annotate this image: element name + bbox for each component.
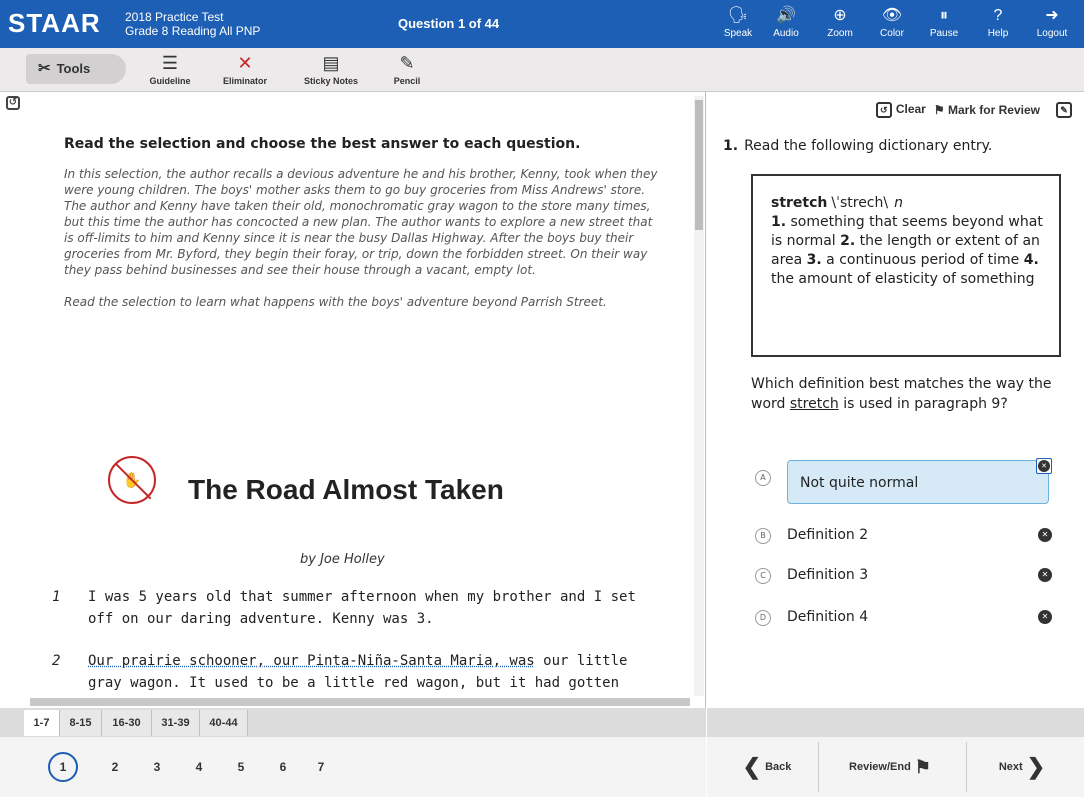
target-word: stretch: [789, 396, 839, 412]
reset-icon[interactable]: ↺: [6, 96, 20, 110]
question-tools: ↺ Clear ⚑ Mark for Review ✎: [875, 100, 1076, 120]
range-tab-40-44[interactable]: 40-44: [200, 710, 248, 736]
range-tab-8-15[interactable]: 8-15: [60, 710, 102, 736]
question-nav-3[interactable]: 3: [142, 752, 172, 782]
pause-button[interactable]: ⏸ Pause: [922, 6, 966, 39]
choice-d-letter: D: [755, 610, 771, 626]
eliminator-tool[interactable]: ✕ Eliminator: [210, 52, 280, 86]
choice-d[interactable]: Definition 4: [787, 609, 868, 625]
question-nav-6[interactable]: 6: [268, 752, 298, 782]
eliminator-icon: ✕: [237, 53, 253, 73]
question-nav-1[interactable]: 1: [48, 752, 78, 782]
back-button[interactable]: ❮ Back: [722, 742, 812, 792]
pencil-icon: ✎: [399, 53, 415, 73]
zoom-icon: ⊕: [833, 7, 847, 24]
passage-note: Read the selection to learn what happens…: [64, 295, 607, 309]
next-button[interactable]: Next ❯: [972, 742, 1072, 792]
audio-disabled-icon: ✋: [108, 456, 156, 504]
guideline-icon: ☰: [161, 53, 179, 73]
test-info: 2018 Practice Test Grade 8 Reading All P…: [125, 10, 260, 38]
question-stem: 1. Read the following dictionary entry.: [723, 138, 993, 154]
sticky-notes-tool[interactable]: ▤ Sticky Notes: [292, 52, 370, 86]
edit-icon: ✎: [1056, 102, 1072, 118]
choice-c-letter: C: [755, 568, 771, 584]
range-tab-1-7[interactable]: 1-7: [24, 710, 60, 736]
question-nav-2[interactable]: 2: [100, 752, 130, 782]
dictionary-headword: stretch: [771, 195, 828, 211]
choice-b-letter: B: [755, 528, 771, 544]
edit-note-button[interactable]: ✎: [1048, 102, 1076, 118]
passage-byline: by Joe Holley: [300, 552, 385, 567]
choice-a-letter: A: [755, 470, 771, 486]
mark-for-review-button[interactable]: ⚑ Mark for Review: [934, 103, 1040, 117]
nav-strip: [707, 708, 1084, 737]
range-tab-16-30[interactable]: 16-30: [102, 710, 152, 736]
guideline-tool[interactable]: ☰ Guideline: [140, 52, 200, 86]
color-button[interactable]: 👁 Color: [870, 6, 914, 39]
paragraph-number: 1: [52, 589, 61, 605]
eliminate-icon: ✕: [1038, 460, 1050, 472]
audio-icon: 🔊: [776, 7, 796, 24]
chevron-left-icon: ❮: [742, 754, 762, 779]
zoom-button[interactable]: ⊕ Zoom: [818, 6, 862, 39]
choice-c-eliminator[interactable]: ✕: [1038, 568, 1052, 582]
choice-b[interactable]: Definition 2: [787, 527, 868, 543]
choice-c[interactable]: Definition 3: [787, 567, 868, 583]
paragraph-number: 2: [52, 653, 61, 669]
choice-a-eliminator[interactable]: ✕: [1036, 458, 1052, 474]
question-nav-5[interactable]: 5: [226, 752, 256, 782]
range-tab-31-39[interactable]: 31-39: [152, 710, 200, 736]
chevron-right-icon: ❯: [1026, 754, 1046, 779]
tools-icon: ✂: [38, 60, 51, 77]
question-pane: ↺ Clear ⚑ Mark for Review ✎ 1. Read the fo…: [707, 92, 1084, 708]
nav-divider: [966, 742, 967, 792]
question-nav-7[interactable]: 7: [306, 752, 336, 782]
dictionary-pronunciation: \ˈstrech\: [831, 195, 889, 211]
dictionary-pos: n: [894, 195, 903, 211]
top-header: STAAR 2018 Practice Test Grade 8 Reading…: [0, 0, 1084, 48]
staar-logo: STAAR: [8, 8, 101, 38]
question-nav-4[interactable]: 4: [184, 752, 214, 782]
passage-horizontal-scrollbar[interactable]: [30, 698, 690, 706]
speak-button[interactable]: 🗣 Speak: [716, 6, 760, 39]
eye-icon: 👁: [881, 7, 903, 24]
paragraph-text: I was 5 years old that summer afternoon …: [88, 589, 636, 627]
flag-icon: ⚑: [914, 756, 931, 777]
audio-button[interactable]: 🔊 Audio: [764, 6, 808, 39]
choice-d-eliminator[interactable]: ✕: [1038, 610, 1052, 624]
passage-vertical-scrollbar[interactable]: [694, 96, 704, 696]
clear-button[interactable]: ↺ Clear: [875, 102, 926, 118]
tools-bar: ✂ Tools ☰ Guideline ✕ Eliminator ▤ Sticky…: [0, 48, 1084, 92]
flag-icon: ⚑: [933, 103, 948, 117]
test-name: 2018 Practice Test: [125, 10, 224, 24]
choice-a[interactable]: Not quite normal: [787, 460, 1049, 504]
passage-content: Read the selection and choose the best a…: [64, 134, 664, 310]
dictionary-entry: stretch \ˈstrech\ n 1. something that seem…: [751, 174, 1061, 357]
underlined-phrase: Our prairie schooner, our Pinta-Niña-San…: [88, 653, 535, 669]
choice-b-eliminator[interactable]: ✕: [1038, 528, 1052, 542]
help-icon: ?: [993, 7, 1003, 24]
sticky-notes-icon: ▤: [322, 53, 340, 73]
logout-button[interactable]: ➜ Logout: [1030, 6, 1074, 39]
passage-pane: ↺ Read the selection and choose the best…: [0, 92, 706, 708]
nav-divider: [818, 742, 819, 792]
pause-icon: ⏸: [939, 7, 948, 24]
passage-instruction: Read the selection and choose the best a…: [64, 136, 581, 152]
pencil-tool[interactable]: ✎ Pencil: [382, 52, 432, 86]
logout-icon: ➜: [1045, 7, 1059, 24]
question-counter: Question 1 of 44: [398, 16, 500, 31]
test-subtitle: Grade 8 Reading All PNP: [125, 24, 261, 38]
passage-title: The Road Almost Taken: [188, 474, 504, 505]
tools-tab[interactable]: ✂ Tools: [26, 54, 126, 84]
question-number: 1.: [723, 138, 739, 154]
question-prompt: Which definition best matches the way th…: [751, 376, 1052, 412]
help-button[interactable]: ? Help: [976, 6, 1020, 39]
clear-icon: ↺: [875, 102, 892, 118]
speak-icon: 🗣: [727, 7, 749, 24]
scrollbar-thumb[interactable]: [695, 100, 703, 230]
passage-intro: In this selection, the author recalls a …: [64, 167, 658, 277]
paragraph-text: Our prairie schooner, our Pinta-Niña-San…: [88, 653, 628, 691]
review-end-button[interactable]: Review/End ⚑: [822, 742, 958, 792]
